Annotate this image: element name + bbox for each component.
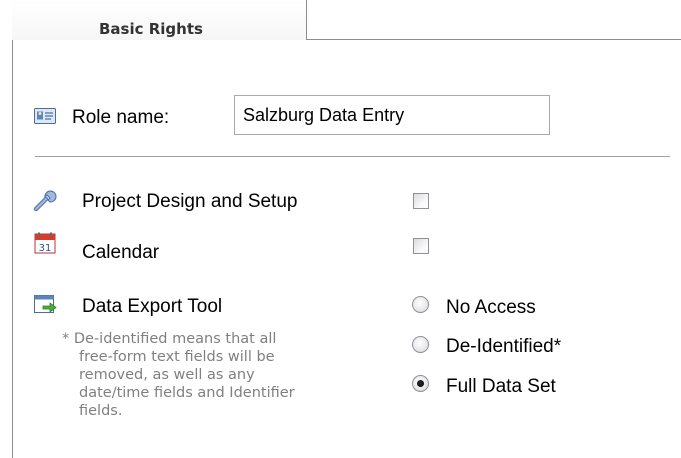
project-design-checkbox[interactable] — [413, 193, 429, 209]
calendar-icon: 31 — [34, 232, 56, 254]
panel-left-border — [12, 0, 13, 458]
export-option-full-data-set-label: Full Data Set — [446, 376, 556, 397]
id-card-icon — [34, 108, 56, 124]
tab-strip-line — [307, 39, 681, 40]
export-radio-no-access[interactable] — [412, 296, 429, 313]
note-line: free-form text fields will be — [79, 349, 275, 365]
wrench-icon — [33, 190, 57, 212]
note-line: date/time fields and Identifier — [79, 385, 295, 401]
role-name-input[interactable] — [234, 95, 550, 135]
export-icon — [34, 295, 57, 313]
note-line: * De-identified means that all — [62, 331, 277, 347]
role-name-label: Role name: — [72, 107, 170, 128]
export-option-de-identified-label: De-Identified* — [446, 336, 562, 357]
project-design-label: Project Design and Setup — [82, 191, 298, 212]
de-identified-note: * De-identified means that all free-form… — [62, 330, 362, 420]
note-line: removed, as well as any — [79, 367, 255, 383]
tab-basic-rights-label: Basic Rights — [99, 20, 203, 38]
calendar-label: Calendar — [82, 242, 160, 263]
export-radio-full-data-set[interactable] — [412, 375, 429, 392]
export-radio-de-identified[interactable] — [412, 336, 429, 353]
calendar-checkbox[interactable] — [413, 238, 429, 254]
export-option-no-access-label: No Access — [446, 297, 536, 318]
note-line: fields. — [79, 403, 123, 419]
section-divider — [35, 156, 670, 157]
tab-basic-rights[interactable]: Basic Rights — [12, 0, 307, 40]
data-export-label: Data Export Tool — [82, 296, 223, 317]
calendar-day-number: 31 — [39, 243, 52, 254]
